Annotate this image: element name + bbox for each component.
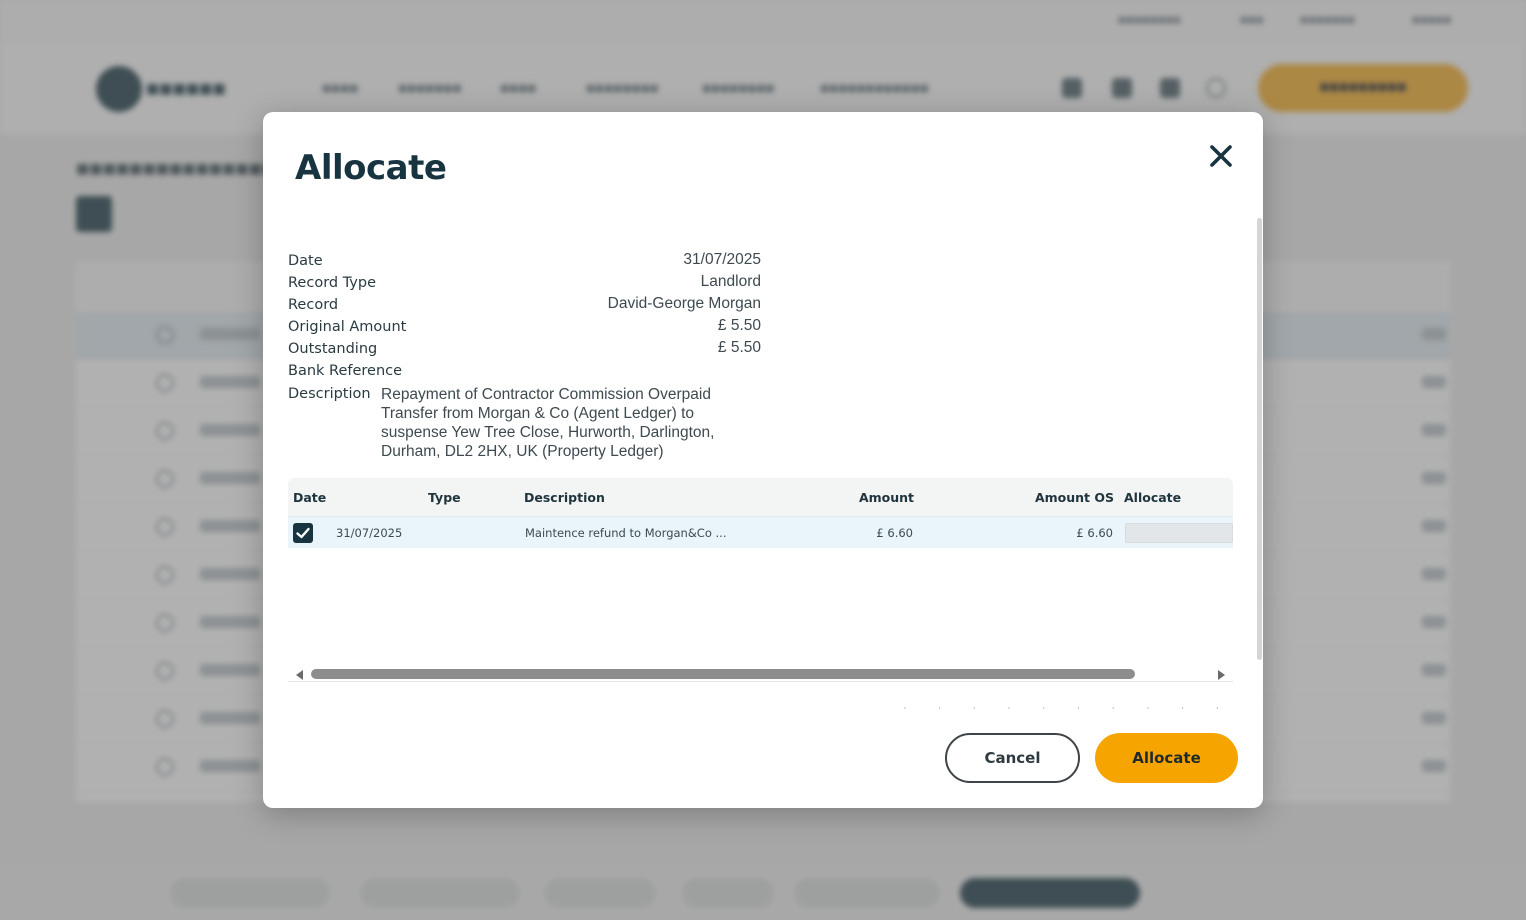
detail-row-description: Description Repayment of Contractor Comm… [288, 383, 761, 461]
scrollbar-thumb[interactable] [311, 669, 1135, 679]
detail-row-bank-reference: Bank Reference [288, 360, 761, 382]
column-header-date[interactable]: Date [293, 490, 326, 505]
cancel-button[interactable]: Cancel [945, 733, 1080, 783]
dialog-title: Allocate [295, 148, 447, 188]
checkmark-icon [296, 527, 310, 539]
allocation-table: Date Type Description Amount Amount OS A… [288, 478, 1233, 684]
detail-row-record-type: Record Type Landlord [288, 272, 761, 294]
vertical-scrollbar[interactable] [1257, 218, 1262, 660]
detail-label: Outstanding [288, 341, 378, 357]
description-value: Repayment of Contractor Commission Overp… [381, 386, 715, 460]
allocate-button[interactable]: Allocate [1095, 733, 1238, 783]
table-row[interactable]: 31/07/2025 Maintence refund to Morgan&Co… [288, 516, 1233, 548]
detail-row-record: Record David-George Morgan [288, 294, 761, 316]
pagination-partial: · · · · · · · · · · · · [903, 702, 1234, 710]
detail-label: Record [288, 297, 339, 313]
detail-label: Record Type [288, 275, 377, 291]
cell-description: Maintence refund to Morgan&Co ... [525, 526, 727, 540]
close-icon [1210, 145, 1232, 167]
detail-label: Description [288, 386, 371, 402]
detail-label: Date [288, 253, 323, 269]
column-header-description[interactable]: Description [524, 490, 605, 505]
column-header-allocate[interactable]: Allocate [1124, 490, 1181, 505]
close-button[interactable] [1205, 140, 1237, 172]
detail-label: Original Amount [288, 319, 407, 335]
cell-amount: £ 6.60 [876, 526, 913, 540]
allocate-amount-input[interactable] [1125, 523, 1233, 543]
table-header: Date Type Description Amount Amount OS A… [288, 478, 1233, 516]
row-checkbox[interactable] [293, 523, 313, 543]
transaction-details: Date 31/07/2025 Record Type Landlord Rec… [288, 250, 761, 461]
detail-value: 31/07/2025 [683, 251, 761, 268]
column-header-amount[interactable]: Amount [859, 490, 914, 505]
detail-row-original-amount: Original Amount £ 5.50 [288, 316, 761, 338]
column-header-amount-os[interactable]: Amount OS [1035, 490, 1114, 505]
detail-value: David-George Morgan [607, 295, 761, 312]
detail-value: £ 5.50 [717, 317, 761, 334]
scroll-right-arrow-icon[interactable] [1218, 670, 1225, 680]
detail-row-date: Date 31/07/2025 [288, 250, 761, 272]
scroll-left-arrow-icon[interactable] [296, 670, 303, 680]
detail-value: Landlord [700, 273, 761, 290]
column-header-type[interactable]: Type [428, 490, 461, 505]
detail-value: £ 5.50 [717, 339, 761, 356]
detail-row-outstanding: Outstanding £ 5.50 [288, 338, 761, 360]
horizontal-scrollbar[interactable] [288, 666, 1233, 682]
cell-amount-os: £ 6.60 [1076, 526, 1113, 540]
detail-label: Bank Reference [288, 363, 403, 379]
cell-date: 31/07/2025 [336, 526, 403, 540]
allocate-dialog: Allocate Date 31/07/2025 Record Type Lan… [263, 112, 1263, 808]
